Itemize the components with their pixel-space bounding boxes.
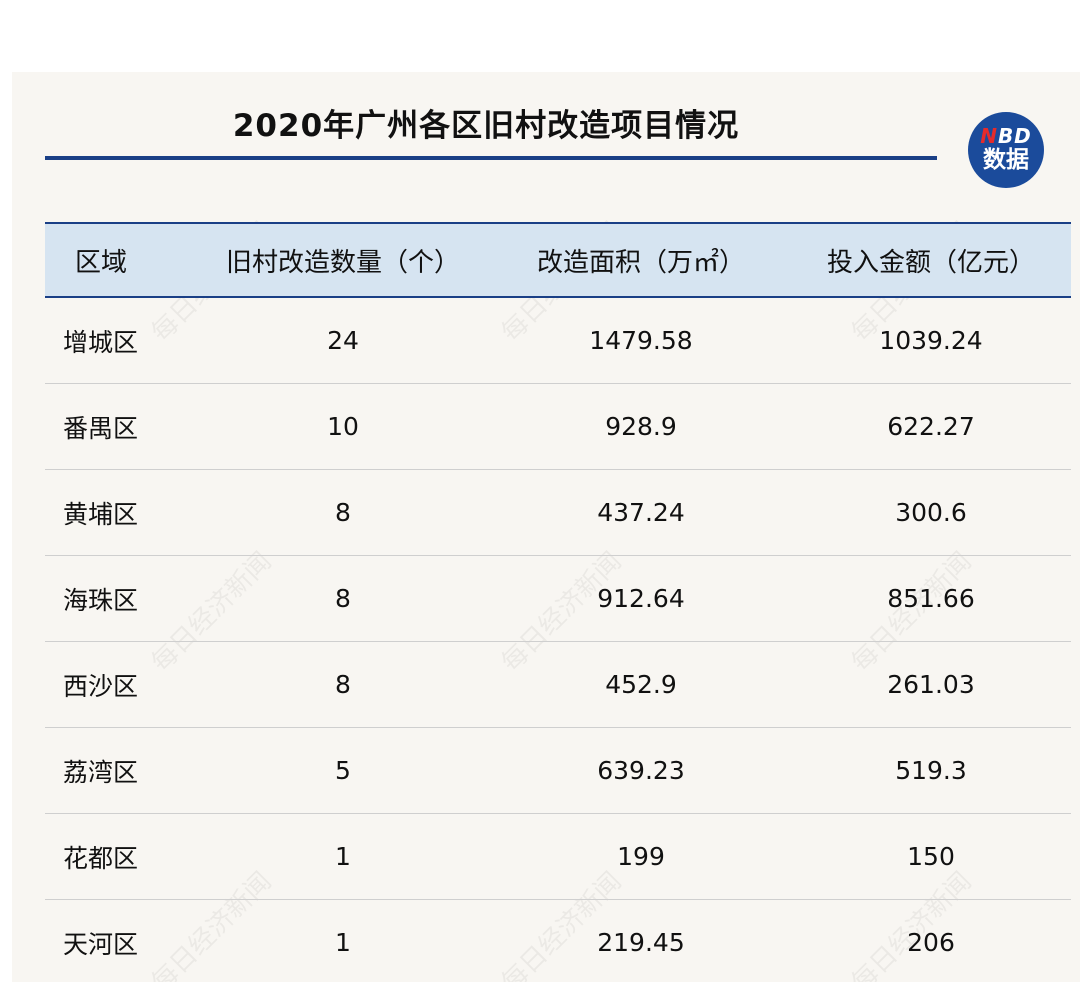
cell-district: 增城区 (45, 297, 195, 384)
table-card: 每日经济新闻 每日经济新闻 每日经济新闻 每日经济新闻 每日经济新闻 每日经济新… (12, 72, 1080, 982)
cell-count: 24 (195, 297, 491, 384)
cell-count: 1 (195, 813, 491, 900)
table-row: 黄埔区 8 437.24 300.6 (45, 469, 1071, 556)
cell-district: 番禺区 (45, 383, 195, 470)
title-divider (45, 156, 937, 160)
table-header-row: 区域 旧村改造数量（个） 改造面积（万㎡） 投入金额（亿元） (45, 222, 1071, 298)
table-row: 花都区 1 199 150 (45, 813, 1071, 900)
cell-investment: 519.3 (791, 727, 1071, 814)
cell-district: 荔湾区 (45, 727, 195, 814)
cell-district: 西沙区 (45, 641, 195, 728)
cell-area: 199 (491, 813, 791, 900)
cell-count: 8 (195, 641, 491, 728)
cell-district: 天河区 (45, 899, 195, 982)
cell-count: 1 (195, 899, 491, 982)
cell-district: 花都区 (45, 813, 195, 900)
cell-district: 海珠区 (45, 555, 195, 642)
column-header-investment: 投入金额（亿元） (791, 222, 1071, 298)
cell-district: 黄埔区 (45, 469, 195, 556)
cell-investment: 622.27 (791, 383, 1071, 470)
cell-area: 928.9 (491, 383, 791, 470)
data-table: 区域 旧村改造数量（个） 改造面积（万㎡） 投入金额（亿元） 增城区 24 14… (45, 222, 1071, 982)
table-row: 天河区 1 219.45 206 (45, 899, 1071, 982)
column-header-count: 旧村改造数量（个） (195, 222, 491, 298)
table-row: 海珠区 8 912.64 851.66 (45, 555, 1071, 642)
cell-area: 912.64 (491, 555, 791, 642)
cell-count: 5 (195, 727, 491, 814)
chart-title: 2020年广州各区旧村改造项目情况 (232, 108, 740, 144)
cell-count: 8 (195, 555, 491, 642)
cell-area: 639.23 (491, 727, 791, 814)
cell-investment: 1039.24 (791, 297, 1071, 384)
cell-area: 219.45 (491, 899, 791, 982)
cell-area: 1479.58 (491, 297, 791, 384)
table-row: 番禺区 10 928.9 622.27 (45, 383, 1071, 470)
cell-investment: 300.6 (791, 469, 1071, 556)
cell-area: 452.9 (491, 641, 791, 728)
cell-investment: 261.03 (791, 641, 1071, 728)
logo-text-data: 数据 (983, 147, 1029, 173)
cell-investment: 150 (791, 813, 1071, 900)
table-row: 荔湾区 5 639.23 519.3 (45, 727, 1071, 814)
nbd-logo: NBD 数据 (968, 112, 1044, 188)
cell-count: 8 (195, 469, 491, 556)
cell-count: 10 (195, 383, 491, 470)
cell-area: 437.24 (491, 469, 791, 556)
table-row: 增城区 24 1479.58 1039.24 (45, 297, 1071, 384)
column-header-district: 区域 (45, 222, 195, 298)
cell-investment: 851.66 (791, 555, 1071, 642)
cell-investment: 206 (791, 899, 1071, 982)
table-row: 西沙区 8 452.9 261.03 (45, 641, 1071, 728)
logo-text-nbd: NBD (980, 124, 1032, 148)
column-header-area: 改造面积（万㎡） (491, 222, 791, 298)
